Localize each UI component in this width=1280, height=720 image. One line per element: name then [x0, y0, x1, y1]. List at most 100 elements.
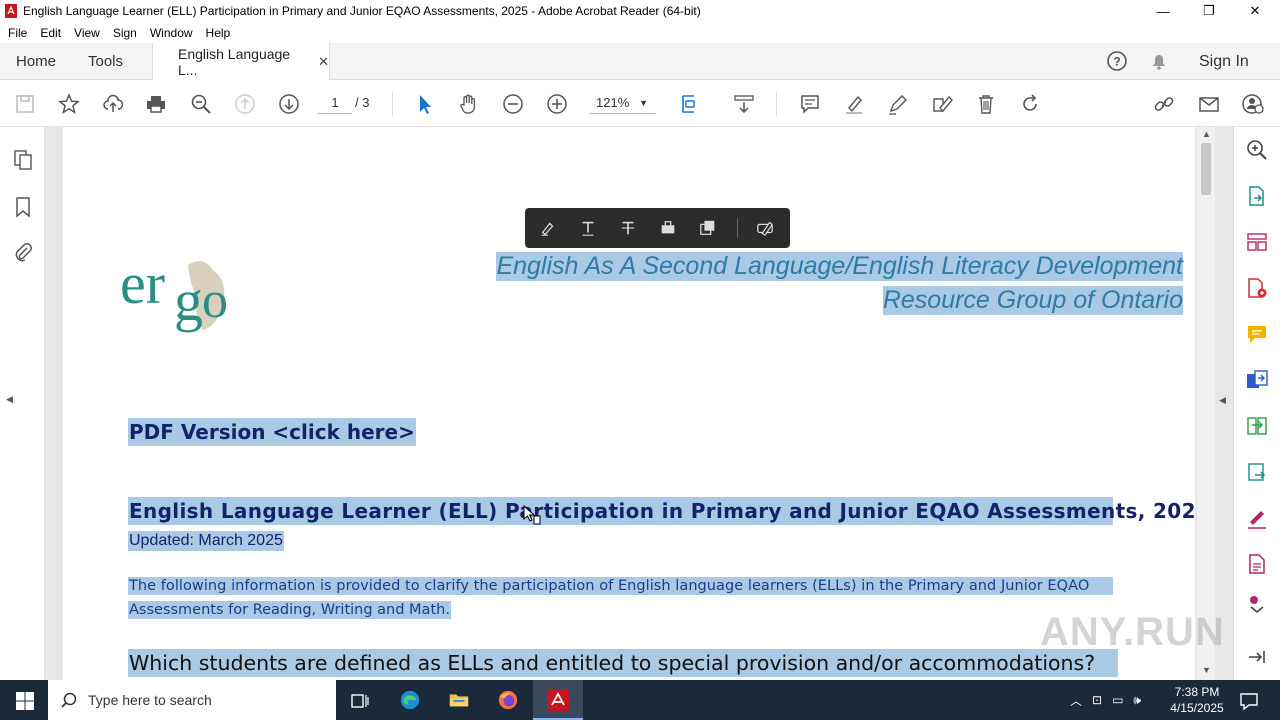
scroll-up-icon[interactable]: ▲	[1202, 129, 1211, 139]
intro-line-2: Assessments for Reading, Writing and Mat…	[128, 601, 451, 619]
close-window-button[interactable]: ✕	[1232, 0, 1278, 22]
windows-taskbar: Type here to search ︿ ⊡ ▭ 🕪 7:38 PM 4/15…	[0, 680, 1280, 720]
clock-time: 7:38 PM	[1174, 685, 1220, 699]
bookmark-star-icon[interactable]	[56, 91, 82, 117]
redact-eraser-icon[interactable]	[658, 218, 678, 238]
organize-pages-icon[interactable]	[1244, 229, 1270, 255]
tab-tools[interactable]: Tools	[88, 43, 123, 80]
comment-tool-icon[interactable]	[1244, 321, 1270, 347]
edit-pdf-icon[interactable]	[1244, 551, 1270, 577]
page-total-label: / 3	[355, 95, 370, 110]
org-title-line1: English As A Second Language/English Lit…	[496, 252, 1183, 281]
menu-edit[interactable]: Edit	[40, 26, 61, 40]
more-tools-icon[interactable]	[1244, 593, 1270, 614]
org-title-line2: Resource Group of Ontario	[882, 286, 1183, 315]
watermark: ANY.RUN	[1040, 610, 1225, 654]
rotate-icon[interactable]	[1017, 91, 1043, 117]
menu-file[interactable]: File	[8, 26, 27, 40]
attachments-paperclip-icon[interactable]	[10, 239, 36, 265]
pdf-version-link[interactable]: PDF Version <click here>	[128, 418, 416, 446]
menu-help[interactable]: Help	[206, 26, 231, 40]
draw-pencil-icon[interactable]	[885, 91, 911, 117]
search-icon	[61, 692, 77, 708]
zoom-select[interactable]: 121% ▼	[590, 92, 656, 114]
updated-date: Updated: March 2025	[128, 531, 284, 551]
windows-start-icon[interactable]	[12, 688, 38, 714]
clock[interactable]: 7:38 PM 4/15/2025	[1166, 680, 1228, 720]
tray-volume-icon[interactable]: 🕪	[1133, 693, 1141, 708]
scroll-thumb[interactable]	[1201, 143, 1211, 195]
fill-sign-icon[interactable]	[929, 91, 955, 117]
tab-document[interactable]: English Language L... ✕	[152, 43, 330, 81]
file-explorer-icon[interactable]	[446, 687, 472, 713]
strikethrough-text-icon[interactable]	[618, 218, 638, 238]
underline-text-icon[interactable]	[578, 218, 598, 238]
toolbar-divider	[776, 92, 777, 116]
taskbar-search-box[interactable]: Type here to search	[48, 680, 336, 720]
export-pdf-icon[interactable]	[1244, 183, 1270, 209]
create-pdf-icon[interactable]	[1244, 275, 1270, 301]
system-tray: ︿ ⊡ ▭ 🕪	[1070, 680, 1170, 720]
task-view-icon[interactable]	[347, 688, 373, 714]
bookmarks-icon[interactable]	[10, 194, 36, 220]
copy-text-icon[interactable]	[698, 218, 718, 238]
highlight-pen-icon[interactable]	[841, 91, 867, 117]
left-navigation-panel: ◀	[0, 127, 45, 680]
expand-right-panel-icon[interactable]: ◀	[1219, 395, 1226, 406]
search-zoom-icon[interactable]	[1244, 137, 1270, 163]
tray-network-icon[interactable]: ⊡	[1092, 693, 1102, 707]
upload-cloud-icon[interactable]	[100, 91, 126, 117]
page-fit-icon[interactable]	[678, 91, 704, 117]
tray-wifi-icon[interactable]: ▭	[1112, 693, 1123, 707]
sign-in-button[interactable]: Sign In	[1199, 43, 1249, 80]
email-icon[interactable]	[1196, 91, 1222, 117]
convert-pdf-icon[interactable]	[1244, 367, 1270, 393]
acrobat-icon	[5, 4, 17, 18]
select-cursor-icon[interactable]	[412, 91, 438, 117]
zoom-out-search-icon[interactable]	[188, 91, 214, 117]
notification-center-icon[interactable]	[1236, 688, 1262, 714]
scroll-mode-icon[interactable]	[731, 91, 757, 117]
zoom-in-icon[interactable]	[544, 91, 570, 117]
page-thumbnails-icon[interactable]	[10, 147, 36, 173]
zoom-out-icon[interactable]	[500, 91, 526, 117]
comment-icon[interactable]	[797, 91, 823, 117]
compare-files-icon[interactable]	[1244, 413, 1270, 439]
delete-trash-icon[interactable]	[973, 91, 999, 117]
title-bar: English Language Learner (ELL) Participa…	[0, 0, 1280, 22]
menu-view[interactable]: View	[74, 26, 100, 40]
tab-home[interactable]: Home	[16, 43, 56, 80]
ergo-logo: er g o	[118, 245, 248, 355]
vertical-scrollbar[interactable]: ▲ ▼	[1197, 127, 1215, 680]
menu-sign[interactable]: Sign	[113, 26, 137, 40]
tray-chevron-icon[interactable]: ︿	[1070, 692, 1082, 709]
menu-window[interactable]: Window	[150, 26, 193, 40]
edge-browser-icon[interactable]	[397, 687, 423, 713]
collapse-right-panel-icon[interactable]	[1244, 644, 1270, 670]
collapse-left-panel-icon[interactable]: ◀	[6, 394, 13, 405]
maximize-button[interactable]: ❐	[1186, 0, 1232, 22]
scroll-down-icon[interactable]: ▼	[1202, 665, 1211, 675]
hand-tool-icon[interactable]	[456, 91, 482, 117]
save-icon[interactable]	[12, 91, 38, 117]
print-icon[interactable]	[143, 91, 169, 117]
scan-ocr-icon[interactable]	[1244, 459, 1270, 485]
acrobat-taskbar-button[interactable]	[533, 680, 583, 720]
fill-and-sign-icon[interactable]	[1244, 505, 1270, 531]
previous-page-icon[interactable]	[232, 91, 258, 117]
highlight-text-icon[interactable]	[538, 218, 558, 238]
right-tools-panel	[1233, 127, 1280, 680]
minimize-button[interactable]: —	[1140, 0, 1186, 22]
add-user-icon[interactable]	[1240, 91, 1266, 117]
firefox-icon[interactable]	[495, 687, 521, 713]
help-icon[interactable]: ?	[1104, 48, 1130, 74]
next-page-icon[interactable]	[276, 91, 302, 117]
window-title: English Language Learner (ELL) Participa…	[23, 4, 701, 18]
tab-close-icon[interactable]: ✕	[318, 54, 329, 70]
share-link-icon[interactable]	[1151, 91, 1177, 117]
page-number-input[interactable]: 1	[318, 92, 352, 114]
notification-bell-icon[interactable]	[1146, 48, 1172, 74]
acrobat-taskbar-icon	[547, 689, 569, 711]
intro-line-1: The following information is provided to…	[128, 577, 1113, 595]
edit-more-icon[interactable]	[755, 218, 775, 238]
